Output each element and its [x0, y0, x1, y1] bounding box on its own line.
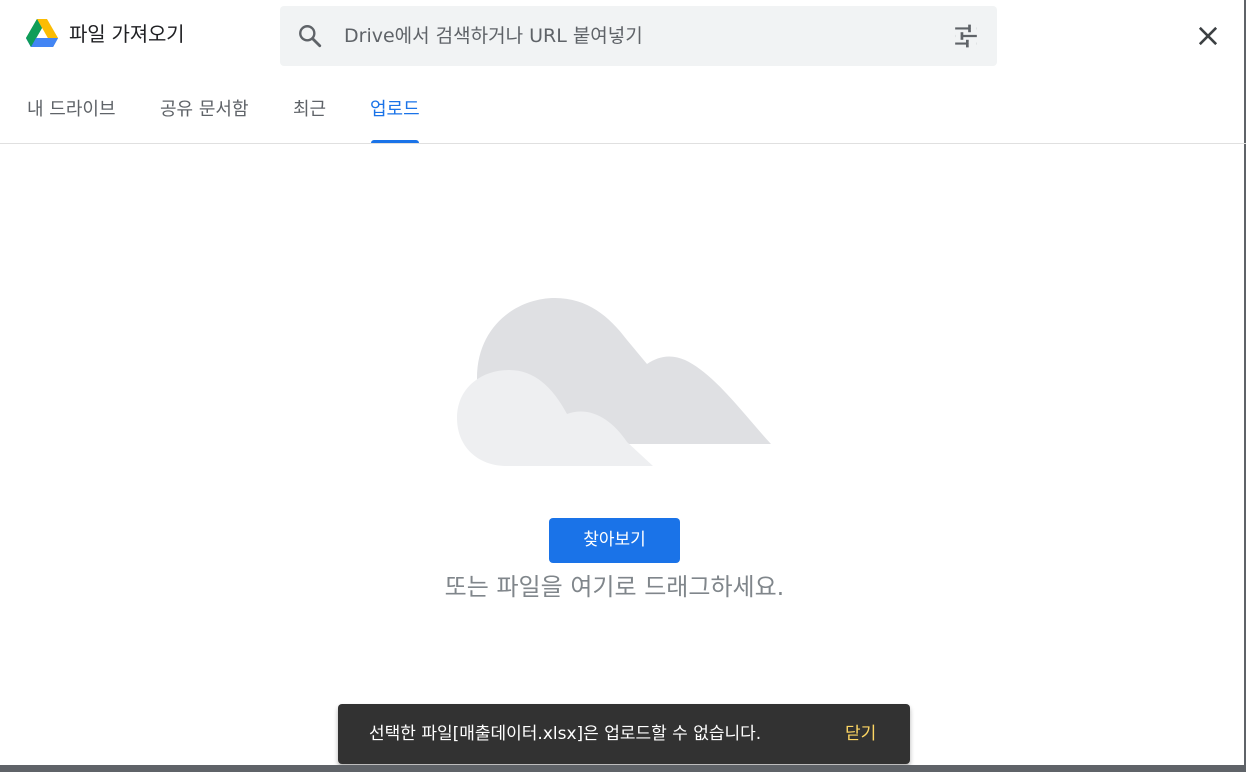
cloud-illustration-icon: [457, 298, 771, 466]
search-box[interactable]: [280, 6, 997, 66]
tab-my-drive[interactable]: 내 드라이브: [27, 98, 116, 122]
browse-button[interactable]: 찾아보기: [549, 518, 680, 563]
tab-shared-with-me[interactable]: 공유 문서함: [160, 98, 249, 122]
close-icon[interactable]: [1194, 22, 1222, 50]
file-picker-dialog: 파일 가져오기 Drive에서 검색하거나 URL 붙여넣기 내 드라이브 공유…: [0, 0, 1246, 772]
tune-icon[interactable]: [953, 23, 979, 49]
tab-bar: 내 드라이브 공유 문서함 최근 업로드: [0, 80, 1246, 144]
dialog-header: 파일 가져오기: [0, 0, 1246, 72]
backdrop-strip: [0, 765, 1246, 772]
dialog-title: 파일 가져오기: [69, 22, 185, 46]
search-input[interactable]: [344, 6, 924, 66]
tab-upload[interactable]: 업로드: [370, 98, 420, 122]
drag-drop-hint: 또는 파일을 여기로 드래그하세요.: [444, 573, 785, 601]
error-snackbar: 선택한 파일[매출데이터.xlsx]은 업로드할 수 없습니다. 닫기: [338, 704, 910, 764]
search-icon[interactable]: [297, 23, 323, 49]
active-tab-indicator: [371, 140, 419, 143]
snackbar-close-button[interactable]: 닫기: [845, 721, 876, 747]
snackbar-message: 선택한 파일[매출데이터.xlsx]은 업로드할 수 없습니다.: [369, 724, 762, 744]
google-drive-logo-icon: [26, 19, 58, 47]
tab-recent[interactable]: 최근: [293, 98, 326, 122]
